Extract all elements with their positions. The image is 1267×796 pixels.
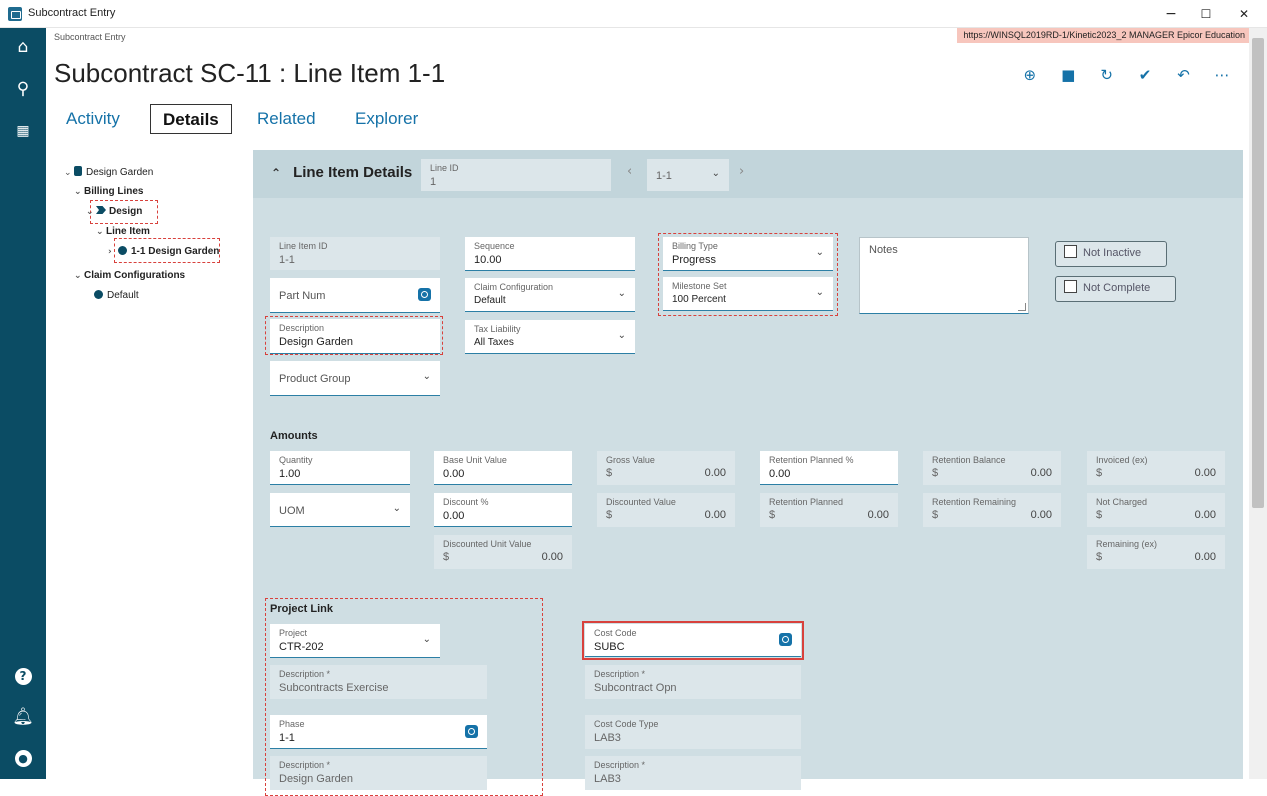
- record-nav-select[interactable]: 1-1 ⌄: [647, 159, 729, 191]
- collapse-icon: ⌃: [271, 166, 282, 180]
- add-icon[interactable]: ⊕: [1013, 66, 1047, 84]
- tab-activity[interactable]: Activity: [54, 104, 132, 134]
- cost-code-description-field: Description * Subcontract Opn: [585, 665, 801, 699]
- cost-code-type-description-field: Description * LAB3: [585, 756, 801, 790]
- more-icon[interactable]: ⋯: [1205, 66, 1239, 84]
- highlight-billing: [658, 233, 838, 316]
- search-icon[interactable]: [418, 288, 431, 301]
- vertical-scrollbar[interactable]: [1249, 28, 1267, 779]
- window-titlebar: Subcontract Entry − ☐ ✕: [0, 0, 1267, 28]
- chevron-down-icon: ⌄: [422, 633, 431, 645]
- left-nav: ⌂ ⚲ ▦ ? 🔔︎ ●: [0, 28, 46, 779]
- phase-input[interactable]: Phase 1-1: [270, 715, 487, 749]
- tree-node-design[interactable]: ⌄ Design: [86, 206, 142, 217]
- chevron-down-icon: ⌄: [617, 329, 626, 341]
- amounts-title: Amounts: [270, 430, 318, 442]
- gross-value-field: Gross Value $0.00: [597, 451, 735, 485]
- tree-node-claim-configurations[interactable]: ⌄ Claim Configurations: [74, 270, 185, 281]
- discounted-unit-value-field: Discounted Unit Value $0.00: [434, 535, 572, 569]
- chevron-down-icon: ⌄: [617, 287, 626, 299]
- tab-related[interactable]: Related: [245, 104, 328, 134]
- invoiced-ex-field: Invoiced (ex) $0.00: [1087, 451, 1225, 485]
- part-num-input[interactable]: Part Num: [270, 278, 440, 313]
- minimize-button[interactable]: −: [1155, 4, 1187, 24]
- hexagon-icon: [118, 246, 127, 255]
- cost-code-type-field: Cost Code Type LAB3: [585, 715, 801, 749]
- record-tree: ⌄ Design Garden ⌄ Billing Lines ⌄ Design ⌄ L…: [52, 150, 252, 779]
- project-description-field: Description * Subcontracts Exercise: [270, 665, 487, 699]
- tab-explorer[interactable]: Explorer: [343, 104, 430, 134]
- remaining-ex-field: Remaining (ex) $0.00: [1087, 535, 1225, 569]
- tree-node-root[interactable]: ⌄ Design Garden: [64, 166, 153, 178]
- chevron-down-icon: ⌄: [392, 502, 401, 514]
- base-unit-value-input[interactable]: Base Unit Value 0.00: [434, 451, 572, 485]
- sequence-input[interactable]: Sequence 10.00: [465, 237, 635, 271]
- line-item-panel: ⌃ Line Item Details Line ID 1 ‹ 1-1 ⌄ › Lin…: [253, 150, 1243, 796]
- search-icon[interactable]: [779, 633, 792, 646]
- checkbox-icon: [1064, 280, 1077, 293]
- line-id-field: Line ID 1: [421, 159, 611, 191]
- main-content: Subcontract Entry https://WINSQL2019RD-1…: [46, 28, 1249, 796]
- close-button[interactable]: ✕: [1228, 4, 1260, 24]
- chevron-down-icon: ⌄: [422, 371, 431, 382]
- tab-details[interactable]: Details: [150, 104, 232, 134]
- save-icon[interactable]: ■: [1051, 66, 1085, 84]
- toolbar: ⊕ ■ ↻ ✔ ↶ ⋯: [1013, 66, 1239, 85]
- database-icon: [74, 166, 82, 176]
- project-link-title: Project Link: [270, 603, 333, 615]
- retention-planned-field: Retention Planned $0.00: [760, 493, 898, 527]
- app-icon: [8, 7, 22, 21]
- user-icon[interactable]: ●: [0, 742, 46, 772]
- server-info: https://WINSQL2019RD-1/Kinetic2023_2 MAN…: [957, 28, 1249, 43]
- panel-title[interactable]: ⌃ Line Item Details: [271, 164, 412, 181]
- checkbox-icon: [1064, 245, 1077, 258]
- tree-node-line-item-child[interactable]: › 1-1 Design Garden: [108, 246, 219, 257]
- home-icon[interactable]: ⌂: [0, 32, 46, 62]
- panel-header: ⌃ Line Item Details Line ID 1 ‹ 1-1 ⌄ ›: [253, 150, 1243, 198]
- tag-icon: [96, 206, 106, 214]
- quantity-input[interactable]: Quantity 1.00: [270, 451, 410, 485]
- bell-icon[interactable]: 🔔︎: [0, 702, 46, 732]
- retention-remaining-field: Retention Remaining $0.00: [923, 493, 1061, 527]
- tree-node-default[interactable]: Default: [94, 290, 139, 301]
- window-title: Subcontract Entry: [28, 7, 116, 19]
- uom-select[interactable]: UOM ⌄: [270, 493, 410, 527]
- discount-pct-input[interactable]: Discount % 0.00: [434, 493, 572, 527]
- chevron-down-icon: ⌄: [711, 168, 720, 179]
- prev-record-icon[interactable]: ‹: [627, 164, 632, 179]
- phase-description-field: Description * Design Garden: [270, 756, 487, 790]
- highlight-description: [265, 316, 443, 355]
- clear-icon[interactable]: ✔: [1128, 66, 1162, 84]
- tree-node-line-item[interactable]: ⌄ Line Item: [96, 226, 150, 237]
- discounted-value-field: Discounted Value $0.00: [597, 493, 735, 527]
- tax-liability-select[interactable]: Tax Liability All Taxes ⌄: [465, 320, 635, 354]
- line-item-id-field: Line Item ID 1-1: [270, 237, 440, 270]
- product-group-select[interactable]: Product Group ⌄: [270, 361, 440, 396]
- retention-planned-pct-input[interactable]: Retention Planned % 0.00: [760, 451, 898, 485]
- search-icon[interactable]: ⚲: [0, 74, 46, 104]
- project-select[interactable]: Project CTR-202 ⌄: [270, 624, 440, 658]
- help-icon[interactable]: ?: [0, 660, 46, 690]
- tree-node-billing-lines[interactable]: ⌄ Billing Lines: [74, 186, 143, 197]
- resize-grip[interactable]: [1018, 303, 1026, 311]
- refresh-icon[interactable]: ↻: [1090, 66, 1124, 84]
- grid-icon[interactable]: ▦: [0, 116, 46, 146]
- not-complete-checkbox[interactable]: Not Complete: [1055, 276, 1176, 302]
- notes-textarea[interactable]: Notes: [859, 237, 1029, 314]
- maximize-button[interactable]: ☐: [1190, 4, 1222, 24]
- not-charged-field: Not Charged $0.00: [1087, 493, 1225, 527]
- not-inactive-checkbox[interactable]: Not Inactive: [1055, 241, 1167, 267]
- next-record-icon[interactable]: ›: [739, 164, 744, 179]
- scrollbar-thumb[interactable]: [1252, 38, 1264, 508]
- page-title: Subcontract SC-11 : Line Item 1-1: [54, 58, 446, 88]
- claim-icon: [94, 290, 103, 299]
- retention-balance-field: Retention Balance $0.00: [923, 451, 1061, 485]
- breadcrumb[interactable]: Subcontract Entry: [54, 32, 126, 42]
- cost-code-input[interactable]: Cost Code SUBC: [585, 624, 801, 657]
- claim-configuration-select[interactable]: Claim Configuration Default ⌄: [465, 278, 635, 312]
- undo-icon[interactable]: ↶: [1167, 66, 1201, 84]
- search-icon[interactable]: [465, 724, 478, 738]
